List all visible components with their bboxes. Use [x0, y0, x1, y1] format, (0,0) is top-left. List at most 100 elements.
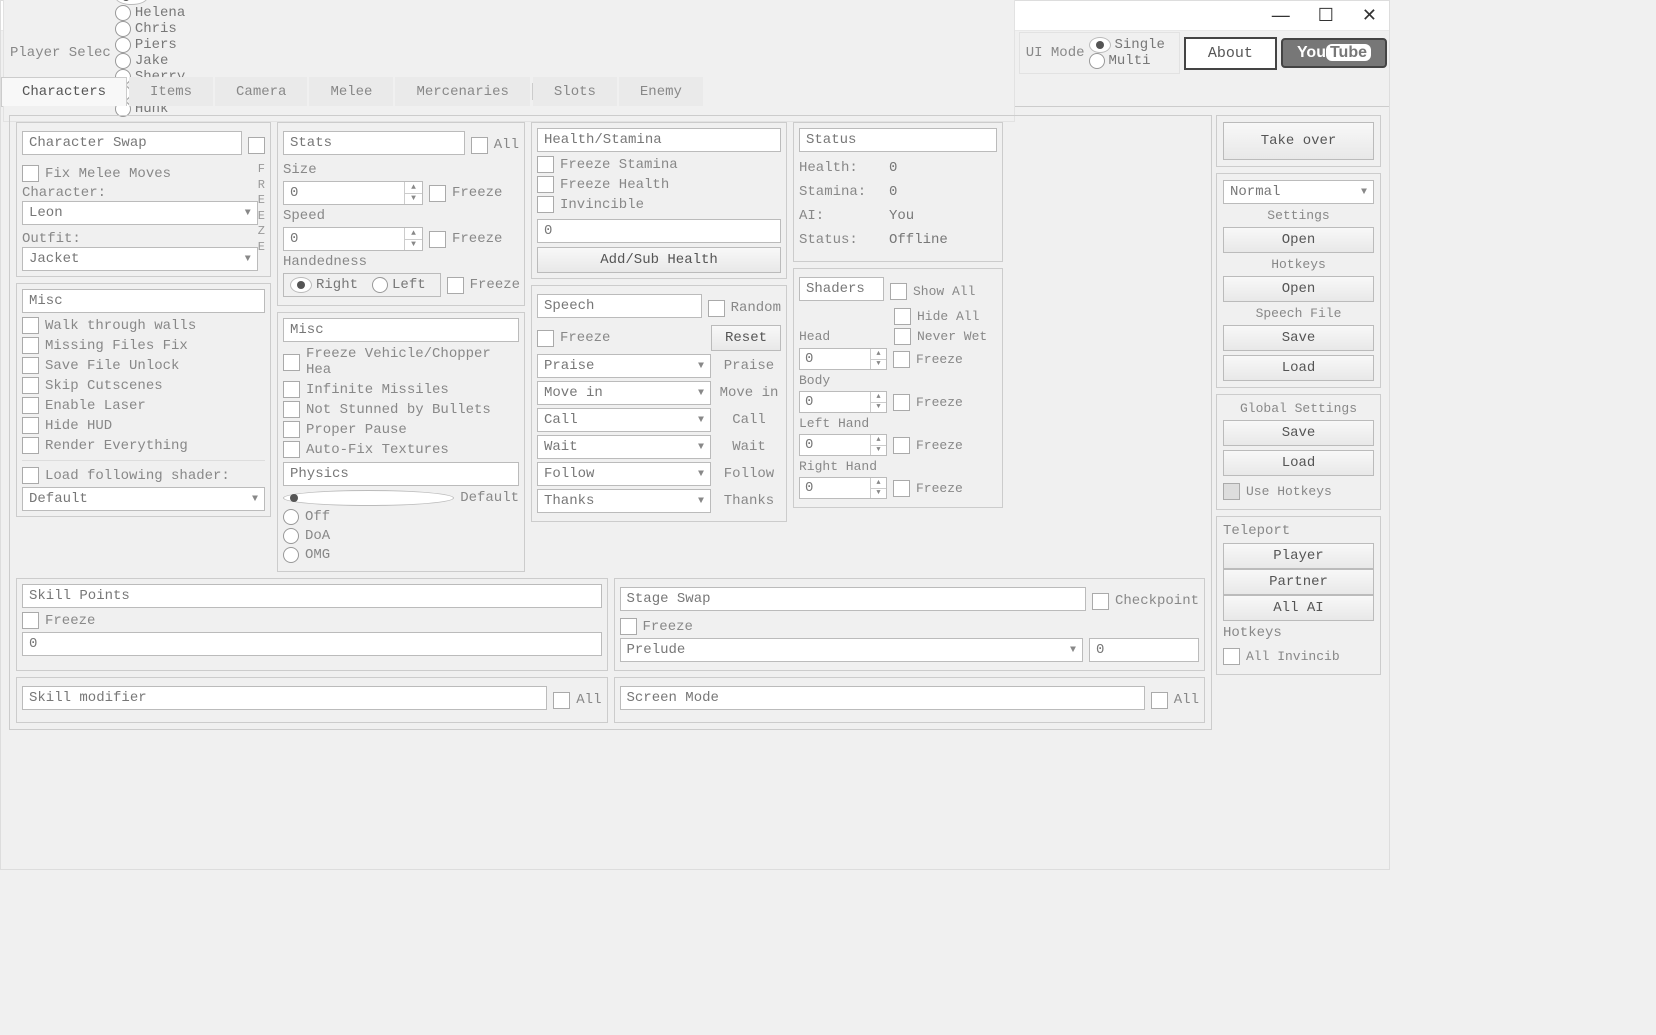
fix-melee-checkbox[interactable]: [22, 165, 39, 182]
tab-slots[interactable]: Slots: [533, 77, 617, 106]
speed-spinner[interactable]: 0▲▼: [283, 227, 423, 251]
misc1-header: Misc: [22, 289, 265, 313]
size-spinner[interactable]: 0▲▼: [283, 181, 423, 205]
misc2-checkbox[interactable]: [283, 381, 300, 398]
speech-select[interactable]: Wait▼: [537, 435, 711, 459]
speech-select[interactable]: Follow▼: [537, 462, 711, 486]
shader-spinner[interactable]: 0▲▼: [799, 391, 887, 413]
misc1-checkbox[interactable]: [22, 377, 39, 394]
shader-part-label: Left Hand: [799, 416, 997, 431]
skill-freeze-checkbox[interactable]: [22, 612, 39, 629]
character-swap-checkbox[interactable]: [248, 137, 265, 154]
shader-spinner[interactable]: 0▲▼: [799, 477, 887, 499]
player-radio-piers[interactable]: Piers: [115, 37, 185, 53]
global-save-button[interactable]: Save: [1223, 420, 1374, 446]
speech-freeze-checkbox[interactable]: [537, 330, 554, 347]
hand-freeze-checkbox[interactable]: [447, 277, 464, 294]
misc1-checkbox[interactable]: [22, 417, 39, 434]
health-checkbox[interactable]: [537, 196, 554, 213]
speech-random-checkbox[interactable]: [708, 300, 725, 317]
misc1-checkbox[interactable]: [22, 437, 39, 454]
global-load-button[interactable]: Load: [1223, 450, 1374, 476]
youtube-button[interactable]: YouTube: [1281, 38, 1387, 68]
physics-radio-default[interactable]: Default: [283, 490, 519, 506]
tab-enemy[interactable]: Enemy: [619, 77, 703, 106]
physics-radio-doa[interactable]: DoA: [283, 528, 519, 544]
shader-spinner-head[interactable]: 0▲▼: [799, 348, 887, 370]
stage-input[interactable]: 0: [1089, 638, 1199, 662]
misc1-checkbox[interactable]: [22, 337, 39, 354]
misc1-checkbox[interactable]: [22, 397, 39, 414]
shader-select[interactable]: Default▼: [22, 487, 265, 511]
tab-camera[interactable]: Camera: [215, 77, 307, 106]
hide-all-checkbox[interactable]: [894, 308, 911, 325]
player-radio-jake[interactable]: Jake: [115, 53, 185, 69]
speech-select[interactable]: Praise▼: [537, 354, 711, 378]
about-button[interactable]: About: [1184, 37, 1277, 70]
health-input[interactable]: 0: [537, 219, 781, 243]
shader-freeze-checkbox[interactable]: [893, 480, 910, 497]
shader-freeze-checkbox[interactable]: [893, 394, 910, 411]
mode-select[interactable]: Normal▼: [1223, 180, 1374, 204]
player-radio-helena[interactable]: Helena: [115, 5, 185, 21]
misc2-checkbox[interactable]: [283, 354, 300, 371]
outfit-label: Outfit:: [22, 231, 258, 247]
use-hotkeys-checkbox[interactable]: [1223, 483, 1240, 500]
misc2-checkbox[interactable]: [283, 421, 300, 438]
health-checkbox[interactable]: [537, 156, 554, 173]
settings-open-button[interactable]: Open: [1223, 227, 1374, 253]
speech-select[interactable]: Move in▼: [537, 381, 711, 405]
show-all-checkbox[interactable]: [890, 283, 907, 300]
stage-select[interactable]: Prelude▼: [620, 638, 1084, 662]
skillmod-all-checkbox[interactable]: [553, 692, 570, 709]
speed-freeze-checkbox[interactable]: [429, 231, 446, 248]
uimode-radio-single[interactable]: Single: [1089, 37, 1165, 53]
all-invincible-checkbox[interactable]: [1223, 648, 1240, 665]
take-over-button[interactable]: Take over: [1223, 122, 1374, 160]
tab-items[interactable]: Items: [129, 77, 213, 106]
stats-all-label: All: [494, 137, 519, 153]
misc2-checkbox[interactable]: [283, 441, 300, 458]
character-select[interactable]: Leon▼: [22, 201, 258, 225]
checkpoint-checkbox[interactable]: [1092, 593, 1109, 610]
physics-radio-off[interactable]: Off: [283, 509, 519, 525]
maximize-button[interactable]: ☐: [1318, 5, 1334, 26]
stage-freeze-checkbox[interactable]: [620, 618, 637, 635]
stats-all-checkbox[interactable]: [471, 137, 488, 154]
hand-radio-right[interactable]: Right: [290, 277, 358, 293]
speech-save-button[interactable]: Save: [1223, 325, 1374, 351]
misc1-checkbox[interactable]: [22, 317, 39, 334]
hotkeys-open-button[interactable]: Open: [1223, 276, 1374, 302]
speech-select[interactable]: Thanks▼: [537, 489, 711, 513]
hand-radio-left[interactable]: Left: [372, 277, 426, 293]
speech-reset-button[interactable]: Reset: [711, 325, 781, 351]
health-header: Health/Stamina: [537, 128, 781, 152]
player-radio-chris[interactable]: Chris: [115, 21, 185, 37]
misc1-checkbox[interactable]: [22, 357, 39, 374]
skill-points-input[interactable]: 0: [22, 632, 602, 656]
shader-spinner[interactable]: 0▲▼: [799, 434, 887, 456]
tab-mercenaries[interactable]: Mercenaries: [395, 77, 529, 106]
shader-freeze-checkbox[interactable]: [893, 437, 910, 454]
teleport-button-player[interactable]: Player: [1223, 543, 1374, 569]
screen-all-checkbox[interactable]: [1151, 692, 1168, 709]
minimize-button[interactable]: —: [1272, 5, 1290, 26]
uimode-radio-multi[interactable]: Multi: [1089, 53, 1165, 69]
load-shader-checkbox[interactable]: [22, 467, 39, 484]
close-button[interactable]: ✕: [1362, 5, 1377, 26]
speech-load-button[interactable]: Load: [1223, 355, 1374, 381]
tab-melee[interactable]: Melee: [309, 77, 393, 106]
teleport-button-all ai[interactable]: All AI: [1223, 595, 1374, 621]
tab-characters[interactable]: Characters: [1, 77, 127, 106]
size-freeze-checkbox[interactable]: [429, 185, 446, 202]
never-wet-checkbox[interactable]: [894, 328, 911, 345]
add-sub-health-button[interactable]: Add/Sub Health: [537, 247, 781, 273]
shader-freeze-checkbox[interactable]: [893, 351, 910, 368]
outfit-select[interactable]: Jacket▼: [22, 247, 258, 271]
teleport-button-partner[interactable]: Partner: [1223, 569, 1374, 595]
health-checkbox[interactable]: [537, 176, 554, 193]
misc2-checkbox[interactable]: [283, 401, 300, 418]
speech-select[interactable]: Call▼: [537, 408, 711, 432]
screen-mode-header: Screen Mode: [620, 686, 1145, 710]
physics-radio-omg[interactable]: OMG: [283, 547, 519, 563]
